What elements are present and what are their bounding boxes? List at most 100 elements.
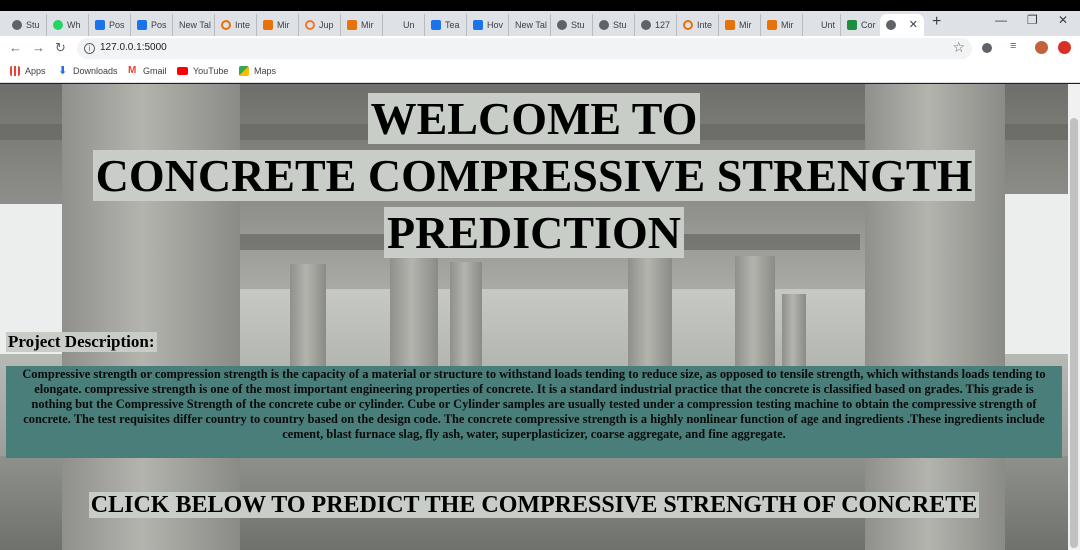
bookmark-label: Maps (254, 66, 277, 76)
globe-icon (557, 20, 567, 30)
minimize-button[interactable]: — (995, 13, 1007, 27)
tab[interactable]: Stu (592, 14, 634, 36)
tab-label: Un (403, 20, 415, 30)
tab-label: Mir (277, 20, 290, 30)
tab-label: 127 (655, 20, 671, 30)
title-line-3: PREDICTION (384, 207, 684, 258)
tab[interactable]: Wh (46, 14, 88, 36)
maps-icon (239, 66, 249, 76)
meet-icon (473, 20, 483, 30)
tab[interactable]: Pos (130, 14, 172, 36)
reading-list-icon[interactable]: ≡ (1010, 40, 1016, 52)
new-tab-button[interactable]: + (932, 13, 941, 31)
loading-icon (683, 20, 693, 30)
download-icon: ⬇ (58, 65, 68, 77)
close-tab-icon[interactable]: ✕ (909, 18, 918, 31)
browser-toolbar: ← → ↻ i 127.0.0.1:5000 ☆ ≡ (0, 36, 1080, 61)
tab[interactable]: Mir (718, 14, 760, 36)
doc-icon (263, 20, 273, 30)
tab[interactable]: Stu (6, 14, 46, 36)
menu-icon[interactable] (1058, 41, 1071, 54)
meet-icon (95, 20, 105, 30)
bookmark-apps[interactable]: Apps (10, 66, 46, 76)
tab[interactable]: Stu (550, 14, 592, 36)
tab[interactable]: New Tal (508, 14, 550, 36)
tab-active[interactable]: ✕ (880, 14, 924, 36)
title-line-2: CONCRETE COMPRESSIVE STRENGTH (92, 150, 976, 201)
close-window-button[interactable]: ✕ (1058, 13, 1068, 27)
loading-icon (221, 20, 231, 30)
tab[interactable]: Mir (340, 14, 382, 36)
tab-label: Mir (781, 20, 794, 30)
bookmark-youtube[interactable]: YouTube (177, 66, 228, 76)
bookmark-star-icon[interactable]: ☆ (952, 39, 965, 56)
tab-label: Pos (151, 20, 167, 30)
tab-label: Cor (861, 20, 876, 30)
gmail-icon: M (128, 65, 137, 76)
tab[interactable]: Mir (760, 14, 802, 36)
tab-label: Mir (739, 20, 752, 30)
youtube-icon (177, 67, 188, 75)
bookmark-label: Gmail (143, 66, 167, 76)
system-top-strip (0, 0, 1080, 11)
jupyter-icon (305, 20, 315, 30)
tab-strip: Stu Wh Pos Pos New Tal Inte Mir Jup Mir … (0, 11, 1080, 36)
globe-icon (599, 20, 609, 30)
apps-grid-icon (10, 66, 20, 76)
tab-label: Stu (26, 20, 40, 30)
doc-icon (767, 20, 777, 30)
address-bar[interactable]: i 127.0.0.1:5000 ☆ (77, 38, 972, 59)
tab[interactable]: Pos (88, 14, 130, 36)
tab[interactable]: Inte (676, 14, 718, 36)
doc-icon (347, 20, 357, 30)
url-text[interactable]: 127.0.0.1:5000 (100, 42, 167, 53)
tab[interactable]: New Tal (172, 14, 214, 36)
reload-button[interactable]: ↻ (55, 40, 66, 56)
globe-icon (886, 20, 896, 30)
tab-label: New Tal (515, 20, 547, 30)
tab[interactable]: Mir (256, 14, 298, 36)
bookmarks-bar: Apps ⬇ Downloads M Gmail YouTube Maps (0, 61, 1080, 83)
description-heading: Project Description: (6, 332, 157, 352)
tab[interactable]: Jup (298, 14, 340, 36)
sheet-icon (847, 20, 857, 30)
meet-icon (137, 20, 147, 30)
tab-label: Wh (67, 20, 81, 30)
bookmark-maps[interactable]: Maps (239, 66, 276, 76)
title-line-1: WELCOME TO (367, 93, 701, 144)
tab[interactable]: Unt (802, 14, 840, 36)
call-to-action: CLICK BELOW TO PREDICT THE COMPRESSIVE S… (0, 492, 1068, 519)
tab-label: Stu (613, 20, 627, 30)
extension-icon[interactable] (982, 43, 992, 53)
doc-icon (725, 20, 735, 30)
scrollbar-thumb[interactable] (1070, 118, 1078, 548)
tab-label: New Tal (179, 20, 211, 30)
tab-label: Pos (109, 20, 125, 30)
bookmark-label: YouTube (193, 66, 229, 76)
bookmark-label: Apps (25, 66, 46, 76)
tab[interactable]: Tea (424, 14, 466, 36)
tab-label: Hov (487, 20, 504, 30)
tab-label: Stu (571, 20, 585, 30)
bookmark-downloads[interactable]: ⬇ Downloads (58, 65, 118, 77)
tab-label: Unt (821, 20, 836, 30)
tab-label: Jup (319, 20, 334, 30)
bookmark-gmail[interactable]: M Gmail (128, 65, 167, 77)
forward-button[interactable]: → (32, 40, 45, 55)
project-description: Compressive strength or compression stre… (6, 366, 1062, 458)
teams-icon (431, 20, 441, 30)
whatsapp-icon (53, 20, 63, 30)
page-scrollbar[interactable] (1068, 84, 1080, 550)
tab[interactable]: Un (382, 14, 424, 36)
page-title: WELCOME TO CONCRETE COMPRESSIVE STRENGTH… (0, 90, 1068, 261)
tab[interactable]: Hov (466, 14, 508, 36)
tab[interactable]: Cor (840, 14, 880, 36)
profile-avatar[interactable] (1035, 41, 1048, 54)
back-button[interactable]: ← (9, 40, 22, 55)
page-viewport: WELCOME TO CONCRETE COMPRESSIVE STRENGTH… (0, 84, 1068, 550)
tab[interactable]: 127 (634, 14, 676, 36)
globe-icon (641, 20, 651, 30)
info-icon[interactable]: i (84, 43, 95, 54)
maximize-button[interactable]: ❐ (1027, 13, 1038, 27)
tab[interactable]: Inte (214, 14, 256, 36)
